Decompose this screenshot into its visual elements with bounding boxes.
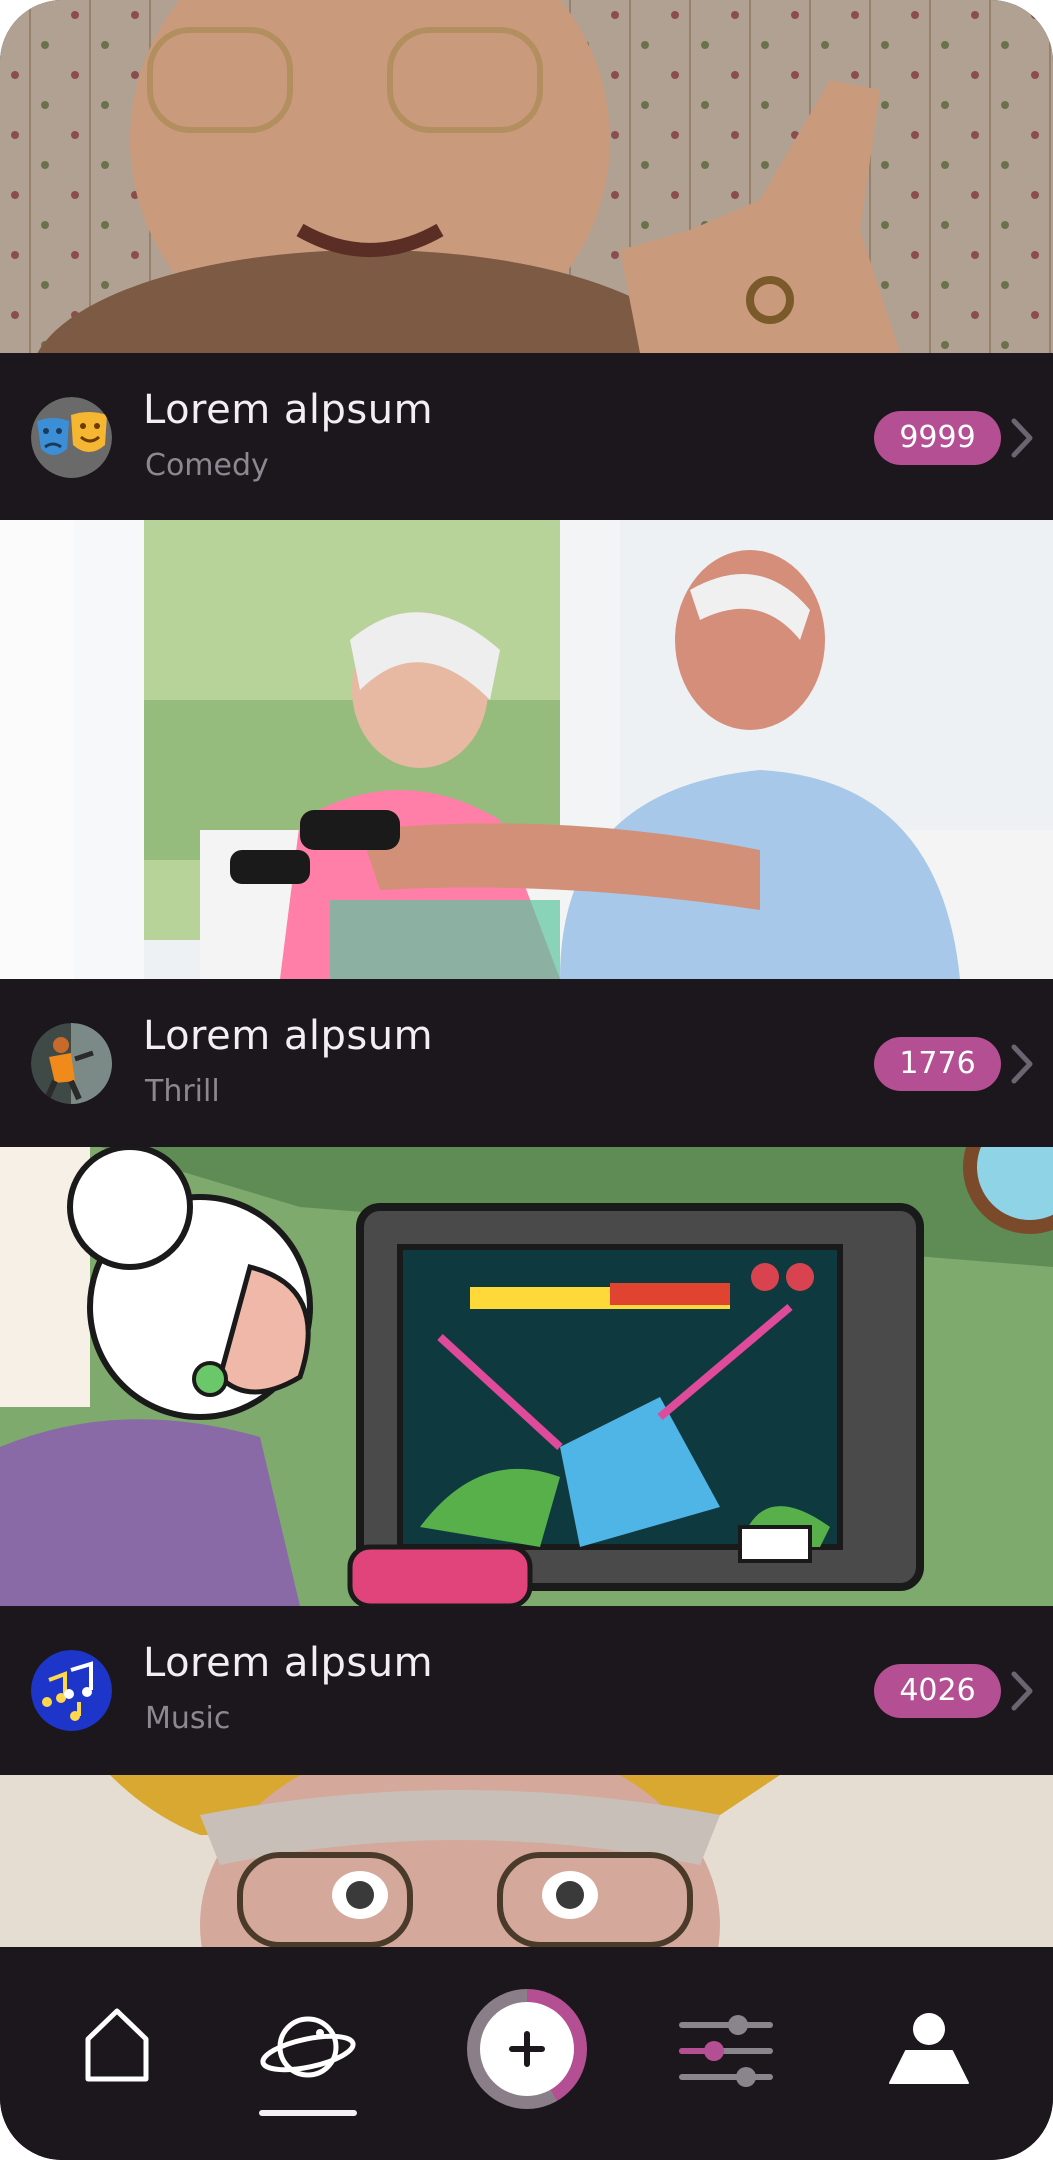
- item-genre: Thrill: [145, 1074, 220, 1109]
- planet-icon[interactable]: [258, 2007, 358, 2087]
- item-title: Lorem alpsum: [143, 387, 434, 433]
- thrill-person-icon: [31, 1023, 112, 1104]
- chevron-right-icon[interactable]: [1008, 1670, 1036, 1712]
- music-notes-icon: [31, 1650, 112, 1731]
- count-badge: 4026: [874, 1664, 1001, 1718]
- item-title: Lorem alpsum: [143, 1013, 434, 1059]
- feed-item-1[interactable]: Lorem alpsum Comedy 9999: [0, 353, 1053, 520]
- feed-item-2[interactable]: Lorem alpsum Thrill 1776: [0, 979, 1053, 1146]
- add-button[interactable]: [467, 1989, 587, 2109]
- active-tab-indicator: [259, 2110, 357, 2116]
- count-badge: 9999: [874, 411, 1001, 465]
- item-genre: Comedy: [145, 448, 269, 483]
- profile-icon[interactable]: [888, 2011, 970, 2085]
- filter-sliders-icon[interactable]: [678, 2011, 774, 2091]
- item-title: Lorem alpsum: [143, 1640, 434, 1686]
- theater-masks-icon: [31, 397, 112, 478]
- chevron-right-icon[interactable]: [1008, 417, 1036, 459]
- item-genre: Music: [145, 1701, 231, 1736]
- add-icon: [509, 2031, 545, 2067]
- home-icon[interactable]: [82, 2005, 152, 2085]
- feed-image-3[interactable]: [0, 1147, 1053, 1606]
- feed-image-4[interactable]: [0, 1775, 1053, 1947]
- feed-image-1[interactable]: [0, 0, 1053, 353]
- add-button-inner: [480, 2002, 574, 2096]
- feed-item-3[interactable]: Lorem alpsum Music 4026: [0, 1606, 1053, 1773]
- bottom-nav: [0, 1947, 1053, 2160]
- count-badge: 1776: [874, 1037, 1001, 1091]
- feed-image-2[interactable]: [0, 520, 1053, 979]
- phone-screen: Lorem alpsum Comedy 9999 Lorem alpsum Th…: [0, 0, 1053, 2160]
- chevron-right-icon[interactable]: [1008, 1043, 1036, 1085]
